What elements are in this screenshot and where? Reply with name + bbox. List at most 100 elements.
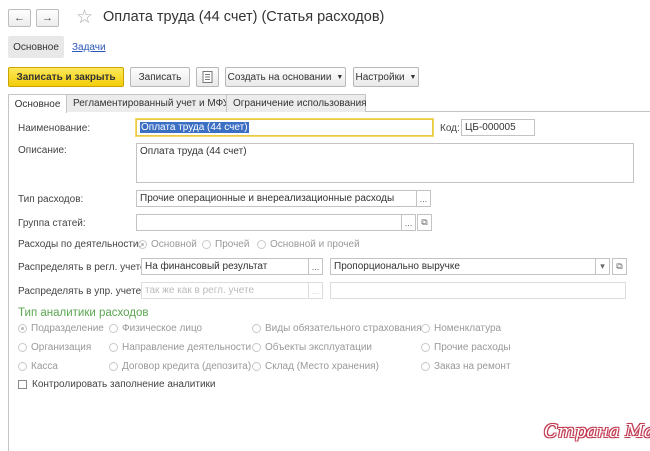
save-label: Записать <box>138 71 182 83</box>
analytics-insurance-types-label: Виды обязательного страхования <box>265 323 422 334</box>
group-open-button[interactable]: ⧉ <box>417 214 432 231</box>
analytics-individual[interactable]: Физическое лицо <box>109 323 202 334</box>
description-field[interactable]: Оплата труда (44 счет) <box>136 143 634 183</box>
tab-regulated-accounting[interactable]: Регламентированный учет и МФУ <box>66 94 230 112</box>
tab-main-label: Основное <box>14 98 61 110</box>
save-and-close-label: Записать и закрыть <box>16 71 116 83</box>
reg-distribution-method-field[interactable]: Пропорционально выручке <box>330 258 596 275</box>
create-based-on-label: Создать на основании <box>227 71 332 83</box>
arrow-left-icon: ← <box>14 12 25 24</box>
expense-type-field[interactable]: Прочие операционные и внереализационные … <box>136 190 417 207</box>
analytics-activity-direction-label: Направление деятельности <box>122 342 252 353</box>
form-tabs: Основное Регламентированный учет и МФУ О… <box>8 94 367 113</box>
radio-activity-main[interactable]: Основной <box>138 239 197 250</box>
radio-activity-other[interactable]: Прочей <box>202 239 249 250</box>
analytics-department-label: Подразделение <box>31 323 104 334</box>
mgmt-distribution-field[interactable]: так же как в регл. учете <box>141 282 309 299</box>
chevron-down-icon: ▾ <box>600 261 605 271</box>
chevron-down-icon: ▼ <box>409 73 417 81</box>
analytics-other-expenses-label: Прочие расходы <box>434 342 511 353</box>
report-button[interactable] <box>196 67 219 87</box>
reg-distribution-field[interactable]: На финансовый результат <box>141 258 309 275</box>
group-select-button[interactable]: ... <box>401 214 416 231</box>
analytics-cashbox[interactable]: Касса <box>18 361 58 372</box>
expense-type-value: Прочие операционные и внереализационные … <box>140 193 395 204</box>
analytics-nomenclature-label: Номенклатура <box>434 323 502 334</box>
tab-usage-restriction[interactable]: Ограничение использования <box>226 94 367 112</box>
analytics-activity-direction[interactable]: Направление деятельности <box>109 342 251 353</box>
mgmt-distribution-placeholder: так же как в регл. учете <box>145 285 255 296</box>
analytics-cashbox-label: Касса <box>31 361 58 372</box>
reg-distribution-method-open[interactable]: ⧉ <box>612 258 627 275</box>
create-based-on-button[interactable]: Создать на основании ▼ <box>225 67 346 87</box>
back-button[interactable]: ← <box>8 9 31 27</box>
nav-main-label: Основное <box>13 41 59 53</box>
name-value: Оплата труда (44 счет) <box>140 122 249 133</box>
document-list-icon <box>202 71 213 83</box>
analytics-repair-order[interactable]: Заказ на ремонт <box>421 361 511 372</box>
analytics-organization[interactable]: Организация <box>18 342 91 353</box>
save-button[interactable]: Записать <box>130 67 190 87</box>
tab-usage-restriction-label: Ограничение использования <box>233 98 367 109</box>
control-analytics-checkbox[interactable]: Контролировать заполнение аналитики <box>18 379 216 390</box>
open-icon: ⧉ <box>421 217 428 227</box>
analytics-operation-objects-label: Объекты эксплуатации <box>265 342 373 353</box>
analytics-organization-label: Организация <box>31 342 92 353</box>
reg-distribution-label: Распределять в регл. учете: <box>18 262 149 273</box>
mgmt-distribution-select-button[interactable]: ... <box>308 282 323 299</box>
code-value: ЦБ-000005 <box>465 122 516 133</box>
save-and-close-button[interactable]: Записать и закрыть <box>8 67 124 87</box>
analytics-section-title: Тип аналитики расходов <box>18 307 149 319</box>
settings-label: Настройки <box>355 71 405 83</box>
mgmt-distribution-label: Распределять в упр. учете: <box>18 286 144 297</box>
ellipsis-icon: ... <box>311 261 320 272</box>
analytics-department[interactable]: Подразделение <box>18 323 104 334</box>
nav-tasks-link[interactable]: Задачи <box>72 36 106 58</box>
ellipsis-icon: ... <box>419 193 428 204</box>
checkbox-icon <box>18 380 27 389</box>
reg-distribution-value: На финансовый результат <box>145 261 268 272</box>
forward-button[interactable]: → <box>36 9 59 27</box>
analytics-other-expenses[interactable]: Прочие расходы <box>421 342 511 353</box>
favorite-star-icon[interactable]: ☆ <box>76 6 93 29</box>
name-field[interactable]: Оплата труда (44 счет) <box>136 119 433 136</box>
open-icon: ⧉ <box>616 261 623 271</box>
analytics-warehouse-label: Склад (Место хранения) <box>265 361 379 372</box>
expense-type-select-button[interactable]: ... <box>416 190 431 207</box>
activity-label: Расходы по деятельности: <box>18 239 142 250</box>
tab-regulated-accounting-label: Регламентированный учет и МФУ <box>73 98 230 109</box>
radio-activity-other-label: Прочей <box>215 239 250 250</box>
ellipsis-icon: ... <box>404 217 413 228</box>
nav-main-tab[interactable]: Основное <box>8 36 64 58</box>
code-label: Код: <box>440 123 460 134</box>
mgmt-distribution-method-field[interactable] <box>330 282 626 299</box>
description-value: Оплата труда (44 счет) <box>140 146 247 157</box>
arrow-right-icon: → <box>42 12 53 24</box>
chevron-down-icon: ▼ <box>336 73 344 81</box>
group-label: Группа статей: <box>18 218 86 229</box>
name-label: Наименование: <box>18 123 91 134</box>
analytics-insurance-types[interactable]: Виды обязательного страхования <box>252 323 422 334</box>
analytics-warehouse[interactable]: Склад (Место хранения) <box>252 361 379 372</box>
group-field[interactable] <box>136 214 402 231</box>
page-title: Оплата труда (44 счет) (Статья расходов) <box>103 9 385 25</box>
analytics-individual-label: Физическое лицо <box>122 323 203 334</box>
watermark: Страна Мам <box>544 421 650 442</box>
radio-activity-both[interactable]: Основной и прочей <box>257 239 360 250</box>
analytics-repair-order-label: Заказ на ремонт <box>434 361 511 372</box>
reg-distribution-method-value: Пропорционально выручке <box>334 261 460 272</box>
analytics-operation-objects[interactable]: Объекты эксплуатации <box>252 342 372 353</box>
reg-distribution-method-dropdown[interactable]: ▾ <box>595 258 610 275</box>
radio-activity-main-label: Основной <box>151 239 197 250</box>
nav-tasks-label: Задачи <box>72 41 106 53</box>
settings-button[interactable]: Настройки ▼ <box>353 67 419 87</box>
analytics-nomenclature[interactable]: Номенклатура <box>421 323 501 334</box>
analytics-loan-contract-label: Договор кредита (депозита) <box>122 361 252 372</box>
control-analytics-label: Контролировать заполнение аналитики <box>32 379 216 390</box>
tab-main[interactable]: Основное <box>8 94 67 113</box>
reg-distribution-select-button[interactable]: ... <box>308 258 323 275</box>
code-field[interactable]: ЦБ-000005 <box>461 119 535 136</box>
analytics-loan-contract[interactable]: Договор кредита (депозита) <box>109 361 251 372</box>
description-label: Описание: <box>18 145 67 156</box>
ellipsis-icon: ... <box>311 285 320 296</box>
